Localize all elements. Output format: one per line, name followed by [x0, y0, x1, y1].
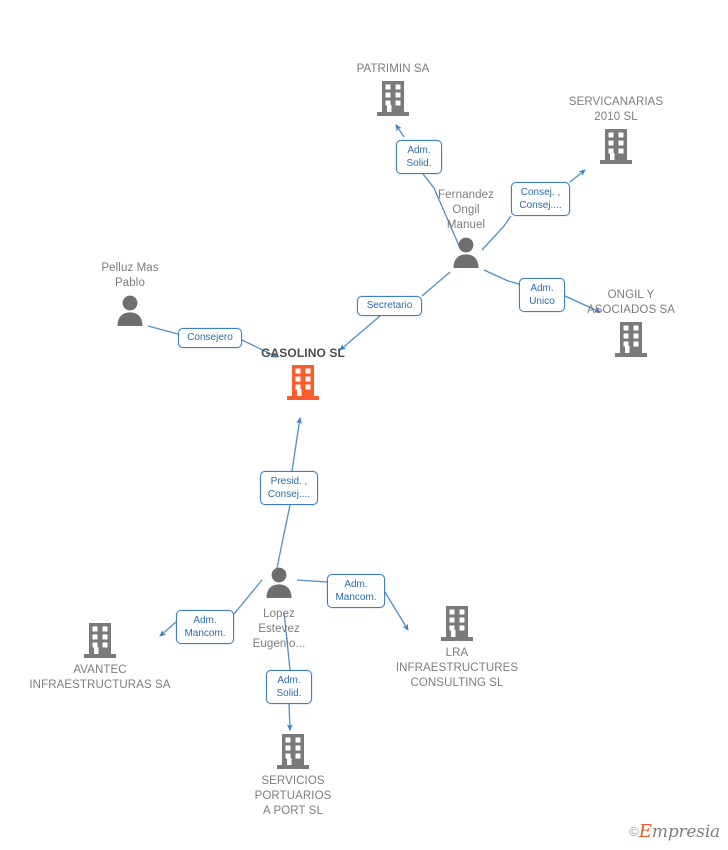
relationship-diagram-canvas: PATRIMIN SA SERVICANARIAS 2010 SL Fernan…: [0, 0, 728, 850]
empresia-watermark: ©Empresia: [629, 821, 720, 842]
node-label: ONGIL Y ASOCIADOS SA: [586, 289, 676, 316]
node-company-servicios-portuarios[interactable]: SERVICIOS PORTUARIOS A PORT SL: [213, 732, 373, 819]
person-icon: [386, 235, 546, 277]
node-company-avantec[interactable]: AVANTEC INFRAESTRUCTURAS SA: [20, 621, 180, 693]
edge-fernandez-servicanarias-head: [569, 169, 586, 183]
relation-label-adm-solid-patrimin[interactable]: Adm. Solid.: [396, 140, 442, 174]
node-company-ongil-y-asociados[interactable]: ONGIL Y ASOCIADOS SA: [551, 288, 711, 362]
edge-lopez-gasolino-head: [291, 416, 303, 472]
building-icon: [223, 363, 383, 405]
building-icon: [536, 127, 696, 169]
node-company-servicanarias[interactable]: SERVICANARIAS 2010 SL: [536, 95, 696, 169]
node-company-patrimin[interactable]: PATRIMIN SA: [313, 62, 473, 121]
relation-label-consej-servicanarias[interactable]: Consej. , Consej....: [511, 182, 570, 216]
edge-fernandez-gasolino-head: [339, 315, 381, 351]
relation-label-adm-mancom-avantec[interactable]: Adm. Mancom.: [176, 610, 234, 644]
relation-label-secretario-gasolino[interactable]: Secretario: [357, 296, 422, 316]
node-person-pelluz-mas-pablo[interactable]: Pelluz Mas Pablo: [50, 261, 210, 335]
node-label: SERVICANARIAS 2010 SL: [568, 96, 664, 123]
relation-label-adm-mancom-lra[interactable]: Adm. Mancom.: [327, 574, 385, 608]
node-label: SERVICIOS PORTUARIOS A PORT SL: [254, 775, 332, 817]
edge-lopez-gasolino-tail: [276, 504, 291, 569]
building-icon: [313, 79, 473, 121]
relation-label-presid-consej-gasolino[interactable]: Presid. , Consej....: [260, 471, 318, 505]
building-icon: [213, 732, 373, 774]
node-label: GASOLINO SL: [261, 346, 345, 360]
node-label: PATRIMIN SA: [356, 63, 430, 75]
node-label: Pelluz Mas Pablo: [101, 262, 159, 289]
edge-fernandez-patrimin-head: [395, 124, 405, 138]
brand-name: mpresia: [651, 822, 720, 842]
relation-label-adm-solid-servicios[interactable]: Adm. Solid.: [266, 670, 312, 704]
node-label: LRA INFRAESTRUCTURES CONSULTING SL: [395, 647, 519, 689]
node-company-gasolino-focus[interactable]: GASOLINO SL: [223, 346, 383, 405]
node-label: AVANTEC INFRAESTRUCTURAS SA: [29, 664, 171, 691]
node-company-lra[interactable]: LRA INFRAESTRUCTURES CONSULTING SL: [377, 604, 537, 691]
building-icon: [551, 320, 711, 362]
brand-initial: E: [638, 821, 652, 842]
relation-label-consejero-gasolino[interactable]: Consejero: [178, 328, 242, 348]
edge-lopez-servicios-head: [286, 703, 293, 732]
relation-label-adm-unico-ongil[interactable]: Adm. Unico: [519, 278, 565, 312]
building-icon: [20, 621, 180, 663]
copyright-symbol: ©: [629, 824, 639, 839]
building-icon: [377, 604, 537, 646]
